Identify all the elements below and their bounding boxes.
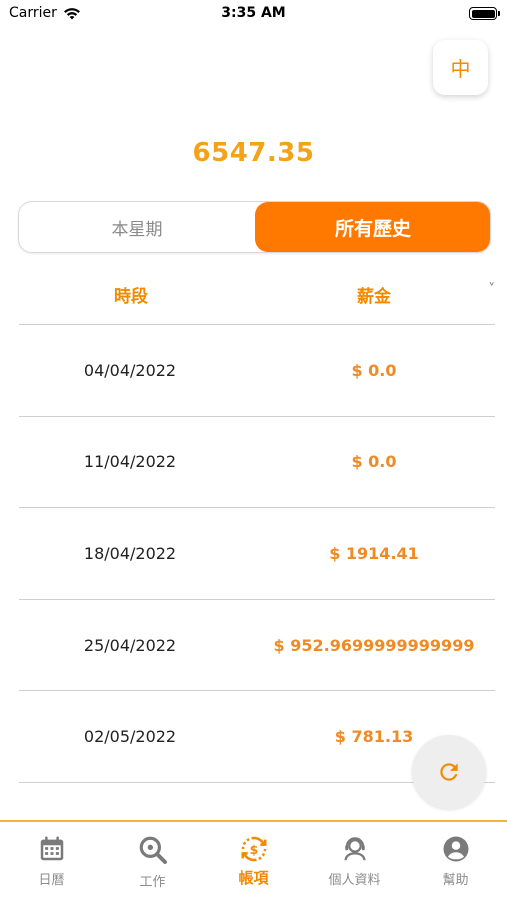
row-date: 25/04/2022 <box>83 635 177 655</box>
tab-work[interactable]: 工作 <box>102 822 203 900</box>
support-agent-icon <box>344 837 365 861</box>
table-header: 時段 薪金 ˅ <box>19 270 495 325</box>
salary-table: 時段 薪金 ˅ 04/04/2022 $ 0.0 11/04/2022 $ 0.… <box>19 270 495 783</box>
period-segmented-control: 本星期 所有歷史 <box>18 201 491 253</box>
segment-all-history[interactable]: 所有歷史 <box>255 202 490 252</box>
battery-icon <box>469 7 500 20</box>
svg-text:$: $ <box>249 842 258 857</box>
tab-label: 日曆 <box>38 873 65 888</box>
calendar-icon <box>40 836 63 861</box>
tab-profile[interactable]: 個人資料 <box>304 822 405 900</box>
tab-accounts[interactable]: $ 帳項 <box>203 822 304 900</box>
column-header-period[interactable]: 時段 <box>114 282 148 307</box>
refresh-icon <box>440 763 458 781</box>
total-amount: 6547.35 <box>192 138 315 168</box>
table-row[interactable]: 18/04/2022 $ 1914.41 <box>19 508 495 600</box>
row-amount: $ 1914.41 <box>329 543 419 563</box>
row-date: 02/05/2022 <box>83 727 177 747</box>
language-toggle-button[interactable]: 中 <box>433 40 488 95</box>
table-row[interactable]: 11/04/2022 $ 0.0 <box>19 417 495 509</box>
table-row[interactable]: 04/04/2022 $ 0.0 <box>19 325 495 417</box>
bottom-tab-bar: 日曆 工作 $ 帳項 個人資料 幫助 <box>0 820 507 900</box>
tab-label: 帳項 <box>238 869 269 887</box>
tab-label: 幫助 <box>442 873 469 888</box>
refresh-button[interactable] <box>412 735 486 809</box>
tab-calendar[interactable]: 日曆 <box>1 822 102 900</box>
row-date: 04/04/2022 <box>83 360 177 380</box>
row-amount: $ 0.0 <box>351 452 397 472</box>
row-amount: $ 952.9699999999999 <box>273 635 475 655</box>
sort-indicator-icon: ˅ <box>488 282 496 297</box>
segment-this-week[interactable]: 本星期 <box>19 202 255 252</box>
tab-label: 個人資料 <box>328 873 381 888</box>
status-bar: Carrier 3:35 AM <box>0 0 507 28</box>
tab-help[interactable]: 幫助 <box>405 822 506 900</box>
dollar-cycle-icon: $ <box>241 836 266 862</box>
clock: 3:35 AM <box>221 5 286 21</box>
row-amount: $ 0.0 <box>351 360 397 380</box>
row-date: 18/04/2022 <box>83 543 177 563</box>
account-circle-icon <box>443 836 468 862</box>
search-icon <box>139 836 167 864</box>
tab-label: 工作 <box>139 875 166 890</box>
table-row[interactable]: 25/04/2022 $ 952.9699999999999 <box>19 600 495 692</box>
column-header-salary[interactable]: 薪金 <box>357 282 391 307</box>
row-date: 11/04/2022 <box>83 452 177 472</box>
